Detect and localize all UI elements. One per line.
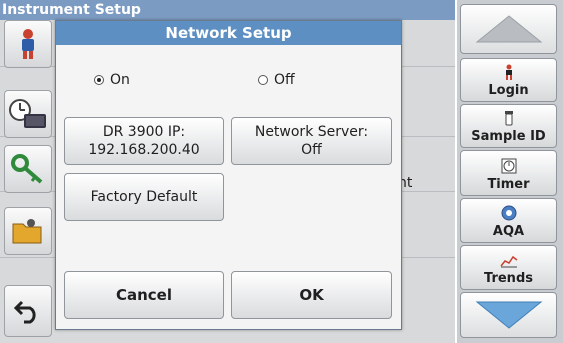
sidebar-item-label: Timer (487, 177, 530, 192)
sidebar-item-trends[interactable]: Trends (460, 245, 557, 290)
key-icon (4, 145, 52, 193)
radio-selected-icon (94, 75, 104, 85)
ip-address-button[interactable]: DR 3900 IP: 192.168.200.40 (64, 117, 224, 165)
network-setup-dialog: Network Setup On Off DR 3900 IP: 192.168… (55, 20, 402, 330)
vial-icon (504, 110, 514, 129)
sidebar-item-sample-id[interactable]: Sample ID (460, 104, 557, 148)
ip-value: 192.168.200.40 (88, 142, 200, 158)
ok-button[interactable]: OK (231, 271, 392, 319)
background-title: Instrument Setup (0, 0, 455, 20)
person-icon (504, 64, 514, 83)
cancel-label: Cancel (115, 286, 172, 304)
up-arrow-icon (475, 15, 542, 43)
radio-off[interactable]: Off (258, 72, 295, 88)
radio-unselected-icon (258, 75, 268, 85)
back-arrow-icon (14, 300, 36, 324)
scroll-up-button[interactable] (460, 4, 557, 54)
sidebar: Login Sample ID Timer AQA Trends (457, 0, 563, 343)
sidebar-item-label: Trends (484, 271, 533, 286)
aqa-icon (501, 205, 517, 224)
network-server-button[interactable]: Network Server: Off (231, 117, 392, 165)
sidebar-item-label: AQA (492, 224, 525, 239)
radio-on[interactable]: On (94, 72, 130, 88)
down-arrow-icon (475, 301, 542, 329)
ip-label: DR 3900 IP: (102, 124, 186, 140)
server-value: Off (301, 142, 322, 158)
operator-icon (4, 20, 52, 68)
clock-keyboard-icon (4, 90, 52, 138)
factory-default-label: Factory Default (90, 189, 198, 205)
ok-label: OK (299, 286, 324, 304)
sidebar-item-label: Login (488, 83, 529, 98)
sidebar-item-timer[interactable]: Timer (460, 150, 557, 196)
trends-icon (499, 254, 518, 271)
sidebar-item-label: Sample ID (471, 129, 546, 144)
screen: Instrument Setup nt Menu Login (0, 0, 563, 343)
scroll-down-button[interactable] (460, 292, 557, 338)
dialog-title: Network Setup (56, 21, 401, 45)
sidebar-item-aqa[interactable]: AQA (460, 198, 557, 243)
factory-default-button[interactable]: Factory Default (64, 173, 224, 221)
sidebar-item-login[interactable]: Login (460, 58, 557, 102)
server-label: Network Server: (254, 124, 369, 140)
back-button[interactable] (4, 285, 52, 337)
radio-off-label: Off (274, 72, 295, 88)
radio-on-label: On (110, 72, 130, 88)
cancel-button[interactable]: Cancel (64, 271, 224, 319)
folder-icon (4, 207, 52, 255)
timer-icon (501, 158, 517, 177)
